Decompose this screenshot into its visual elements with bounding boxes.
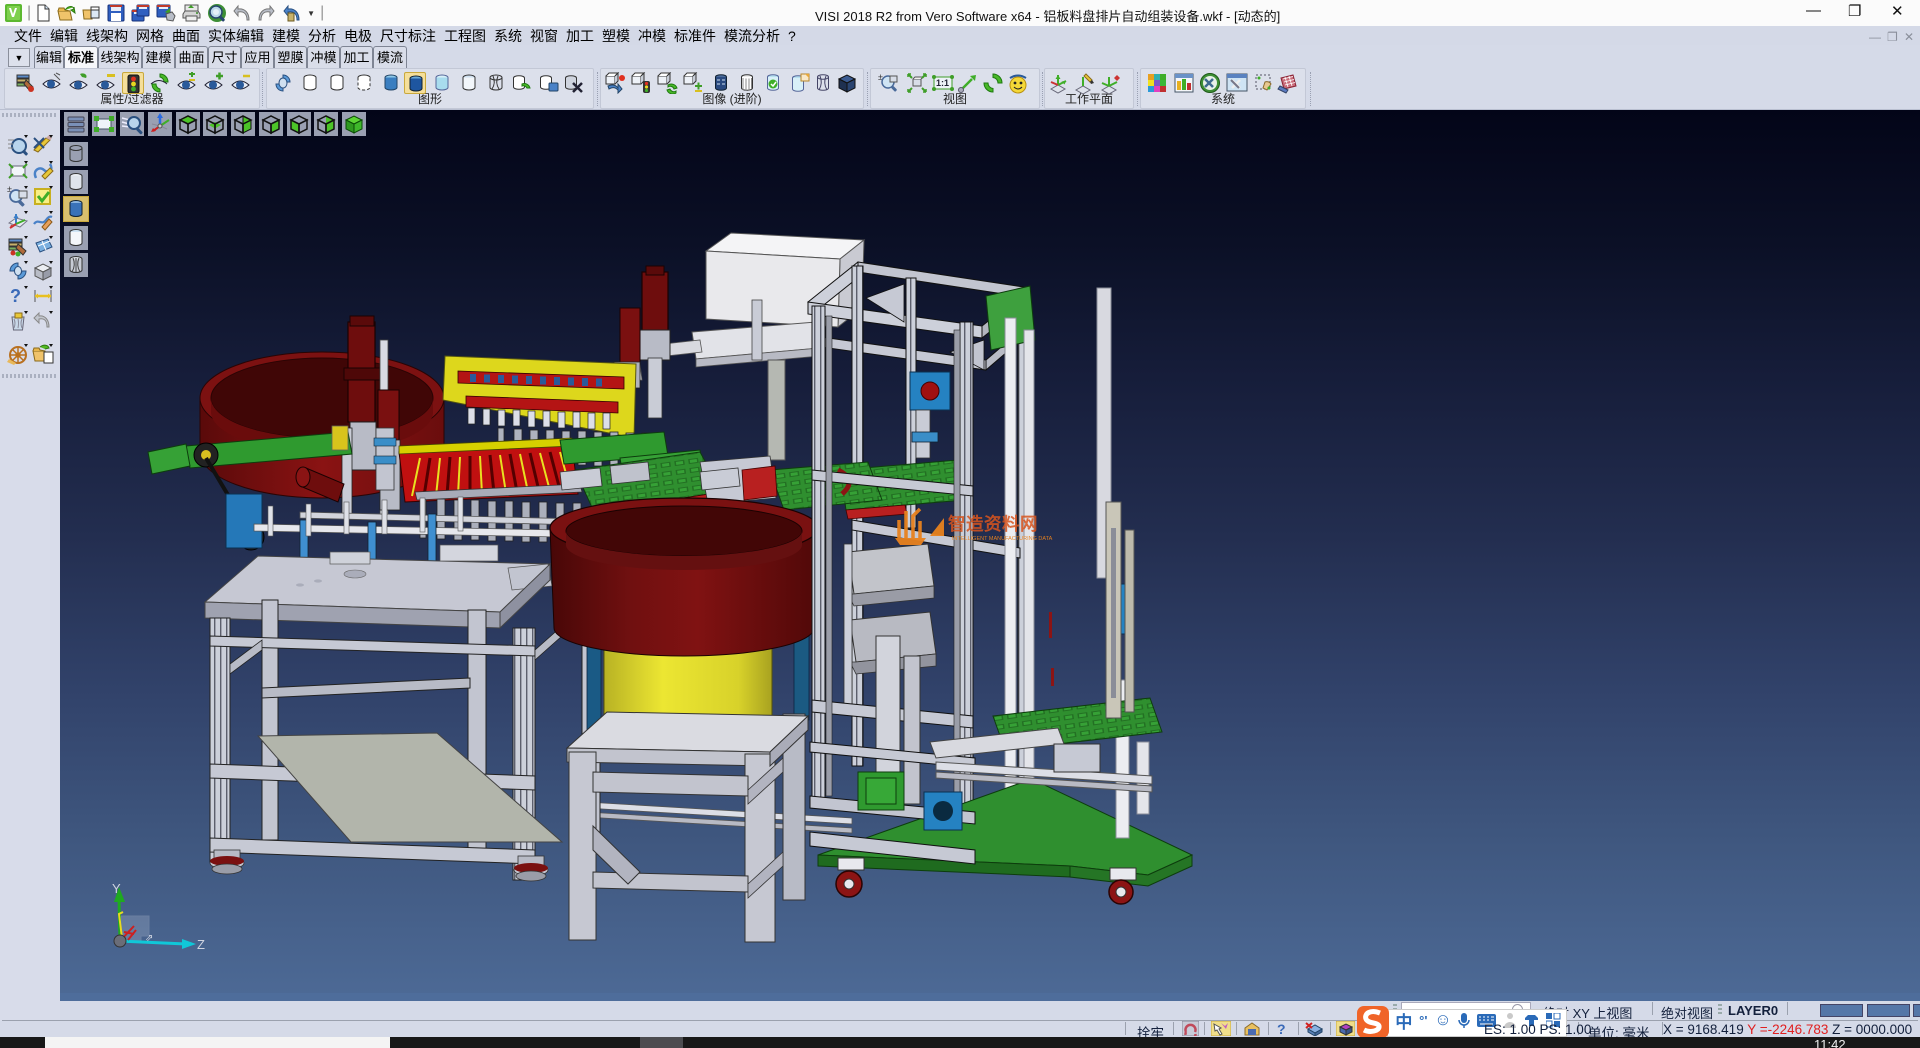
svg-text:?: ? [10, 286, 21, 306]
svg-text:智造资料网: 智造资料网 [948, 514, 1038, 534]
svg-text:Y: Y [112, 881, 121, 896]
svg-text:⇗: ⇗ [145, 933, 153, 944]
svg-text:INTELLIGENT MANUFACTURING DATA: INTELLIGENT MANUFACTURING DATA [952, 536, 1053, 542]
svg-text:Z: Z [197, 937, 205, 952]
svg-text:1:1: 1:1 [936, 78, 949, 88]
